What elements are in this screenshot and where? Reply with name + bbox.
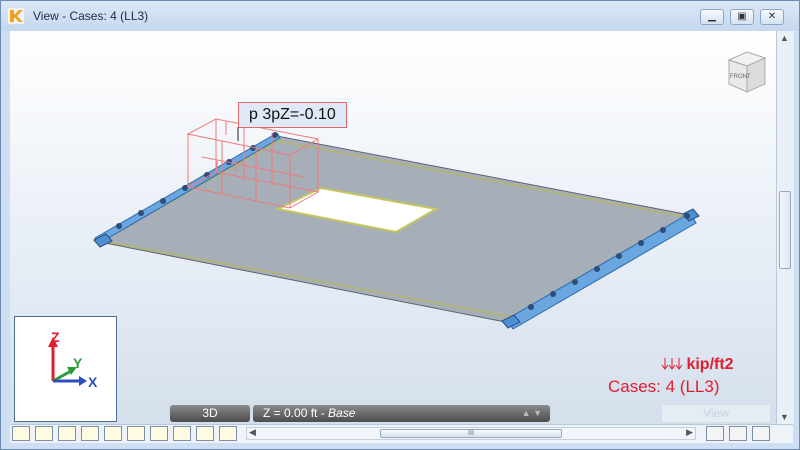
vertical-scroll-thumb[interactable] bbox=[779, 191, 791, 269]
node-display-icon[interactable] bbox=[12, 426, 30, 441]
slab-display-icon[interactable] bbox=[150, 426, 168, 441]
load-case-legend: Cases: 4 (LL3) bbox=[608, 377, 720, 396]
level-arrows-icon[interactable]: ▲ ▼ bbox=[522, 405, 542, 422]
level-prefix: Z = 0.00 ft - bbox=[263, 406, 329, 420]
minimize-icon: ▁ bbox=[708, 11, 716, 22]
member-display-icon[interactable] bbox=[104, 426, 122, 441]
app-window: View - Cases: 4 (LL3) ▁ ▣ ✕ p 3pZ=-0.10 … bbox=[0, 0, 800, 450]
view-cube-icon[interactable]: FRONT bbox=[721, 46, 773, 98]
scroll-down-icon[interactable]: ▼ bbox=[780, 412, 789, 422]
load-units-legend: kip/ft2 bbox=[662, 356, 734, 374]
title-bar: View - Cases: 4 (LL3) ▁ ▣ ✕ bbox=[1, 1, 799, 31]
axis-triad: Z Y X bbox=[14, 316, 117, 422]
results-icon[interactable] bbox=[173, 426, 191, 441]
hide-icon[interactable] bbox=[706, 426, 724, 441]
horizontal-scrollbar[interactable]: ◀ III ▶ bbox=[246, 427, 696, 440]
vertical-scrollbar[interactable]: ▲ ▼ bbox=[776, 31, 794, 424]
close-button[interactable]: ✕ bbox=[760, 9, 784, 25]
3d-viewport[interactable]: p 3pZ=-0.10 FRONT Z Y X kip/ft2 Cases: 4… bbox=[10, 31, 776, 424]
minimize-button[interactable]: ▁ bbox=[700, 9, 724, 25]
link-icon[interactable] bbox=[729, 426, 747, 441]
view-options-icon[interactable] bbox=[752, 426, 770, 441]
close-icon: ✕ bbox=[767, 11, 777, 22]
app-logo-icon bbox=[8, 8, 24, 24]
y-axis-label: Y bbox=[73, 355, 83, 371]
x-axis-label: X bbox=[88, 374, 98, 390]
view-button[interactable]: View bbox=[662, 405, 770, 422]
3d-mode-button[interactable]: 3D bbox=[170, 405, 250, 422]
scroll-left-icon[interactable]: ◀ bbox=[249, 427, 256, 438]
level-selector[interactable]: Z = 0.00 ft - Base ▲ ▼ bbox=[253, 405, 550, 422]
view-cube-front-label: FRONT bbox=[730, 74, 751, 80]
area-load-icon bbox=[662, 357, 682, 370]
horizontal-scroll-thumb[interactable]: III bbox=[380, 429, 562, 438]
section-display-icon[interactable] bbox=[127, 426, 145, 441]
z-axis-label: Z bbox=[51, 329, 60, 345]
unit-label: kip/ft2 bbox=[686, 356, 734, 373]
scroll-up-icon[interactable]: ▲ bbox=[780, 33, 789, 43]
element-labels-icon[interactable] bbox=[58, 426, 76, 441]
load-value-label[interactable]: p 3pZ=-0.10 bbox=[238, 102, 347, 128]
restore-icon: ▣ bbox=[737, 11, 747, 22]
extra-display-icon[interactable] bbox=[219, 426, 237, 441]
level-name: Base bbox=[328, 406, 356, 420]
table-icon[interactable] bbox=[196, 426, 214, 441]
window-title: View - Cases: 4 (LL3) bbox=[33, 9, 149, 23]
restore-button[interactable]: ▣ bbox=[730, 9, 754, 25]
scroll-right-icon[interactable]: ▶ bbox=[686, 427, 693, 438]
support-display-icon[interactable] bbox=[35, 426, 53, 441]
load-display-icon[interactable] bbox=[81, 426, 99, 441]
